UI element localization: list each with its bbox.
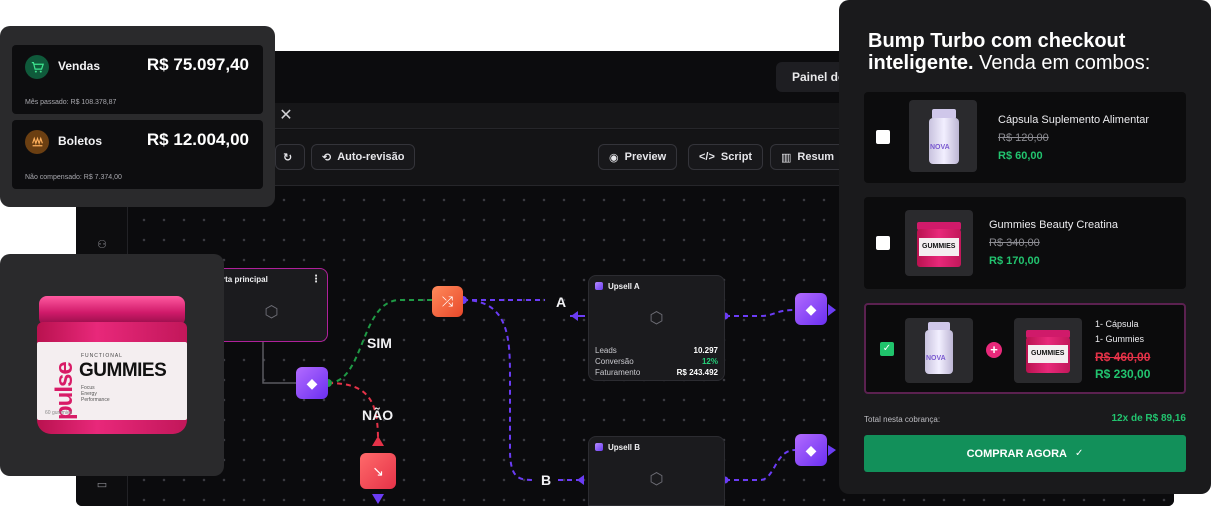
- offer-old-price: R$ 120,00: [998, 132, 1049, 144]
- shuffle-icon: ⤮: [441, 293, 454, 309]
- eye-icon: ◉: [609, 151, 619, 164]
- offer-name: Cápsula Suplemento Alimentar: [998, 114, 1150, 126]
- redo-icon: ↻: [283, 151, 293, 164]
- offer-name: Gummies Beauty Creatina: [989, 219, 1118, 231]
- offer-old-price: R$ 460,00: [1095, 350, 1151, 364]
- rail-icon-users[interactable]: ⚇: [95, 238, 109, 252]
- gummies-jar-thumb: GUMMIES: [1014, 318, 1082, 383]
- preview-label: Preview: [624, 151, 667, 163]
- offer-checkbox[interactable]: [876, 130, 890, 144]
- product-bullets: Focus Energy Performance: [81, 385, 110, 403]
- combo-item-1: 1- Cápsula: [1095, 319, 1139, 329]
- checkout-title-rest: Venda em combos:: [973, 52, 1151, 74]
- combo-item-2: 1- Gummies: [1095, 334, 1145, 344]
- product-kicker: FUNCTIONAL: [81, 353, 123, 359]
- diamond-icon: ◆: [306, 374, 318, 391]
- trend-down-icon: ↘: [372, 462, 384, 479]
- vendas-value: R$ 75.097,40: [146, 55, 249, 74]
- buy-now-button[interactable]: COMPRAR AGORA ✓: [864, 435, 1186, 472]
- vendas-sub: Mês passado: R$ 108.378,87: [25, 99, 117, 106]
- cart-icon: [25, 55, 49, 79]
- stat-row: Faturamento R$ 243.492: [595, 368, 718, 377]
- main-offer-node[interactable]: rta principal ⋮ ⬡: [215, 268, 328, 342]
- label-nao: NÃO: [362, 407, 394, 423]
- code-icon: </>: [699, 151, 715, 163]
- diamond-node-decision[interactable]: ◆: [296, 367, 328, 399]
- diamond-icon: ◆: [805, 300, 817, 317]
- auto-revisao-button[interactable]: ⟲ Auto-revisão: [311, 144, 416, 170]
- upsell-a-stats: Leads 10.297 Conversão 12% Faturamento R$ 2…: [589, 345, 724, 378]
- node-type-icon: [595, 282, 603, 290]
- product-card: pulse FUNCTIONAL GUMMIES Focus Energy Pe…: [0, 254, 224, 476]
- diamond-node-upsell-b[interactable]: ◆: [795, 434, 827, 466]
- label-b: B: [541, 472, 552, 488]
- total-label: Total nesta cobrança:: [864, 415, 941, 424]
- cube-icon: ⬡: [649, 309, 664, 327]
- label-a: A: [556, 294, 567, 310]
- script-label: Script: [720, 151, 753, 163]
- offer-gummies[interactable]: GUMMIES Gummies Beauty Creatina R$ 340,0…: [864, 197, 1186, 289]
- boleto-icon: [25, 130, 49, 154]
- cube-icon: ⬡: [264, 304, 279, 322]
- auto-revisao-label: Auto-revisão: [337, 151, 405, 163]
- buy-now-label: COMPRAR AGORA: [966, 447, 1068, 460]
- stat-row: Conversão 12%: [595, 357, 718, 366]
- offer-new-price: R$ 170,00: [989, 255, 1040, 267]
- gummies-jar-thumb: GUMMIES: [905, 210, 973, 276]
- offer-combo[interactable]: ✓ NOVA + GUMMIES 1- Cápsula 1- Gummies R…: [864, 303, 1186, 394]
- checkout-panel: Bump Turbo com checkout inteligente. Ven…: [839, 0, 1211, 494]
- boletos-box: Boletos R$ 12.004,00 Não compensado: R$ …: [12, 120, 263, 189]
- upsell-a-node[interactable]: Upsell A ⬡ Leads 10.297 Conversão 12% Fatu…: [588, 275, 725, 381]
- upsell-b-title: Upsell B: [608, 442, 641, 452]
- vendas-box: Vendas R$ 75.097,40 Mês passado: R$ 108.…: [12, 45, 263, 114]
- folder-icon[interactable]: ▭: [95, 478, 109, 492]
- sales-stats-card: Vendas R$ 75.097,40 Mês passado: R$ 108.…: [0, 26, 275, 207]
- cube-icon: ⬡: [649, 471, 664, 489]
- diamond-node-upsell-a[interactable]: ◆: [795, 293, 827, 325]
- resumo-label: Resum: [797, 151, 835, 163]
- offer-new-price: R$ 60,00: [998, 150, 1043, 162]
- upsell-b-node[interactable]: Upsell B ⬡: [588, 436, 725, 506]
- offer-old-price: R$ 340,00: [989, 237, 1040, 249]
- gummies-jar-image: pulse FUNCTIONAL GUMMIES Focus Energy Pe…: [37, 296, 187, 434]
- more-options-icon[interactable]: ⋮: [311, 274, 321, 285]
- close-tab-icon[interactable]: ✕: [274, 104, 298, 128]
- offer-capsula[interactable]: NOVA Cápsula Suplemento Alimentar R$ 120…: [864, 92, 1186, 183]
- resumo-button[interactable]: ▥ Resum: [770, 144, 850, 170]
- vendas-title: Vendas: [58, 59, 101, 73]
- product-footer: 60 gummies: [45, 410, 73, 416]
- boletos-value: R$ 12.004,00: [146, 130, 249, 149]
- capsule-bottle-image: NOVA: [909, 100, 977, 172]
- total-value: 12x de R$ 89,16: [1111, 413, 1187, 424]
- boletos-sub: Não compensado: R$ 7.374,00: [25, 174, 122, 181]
- offer-checkbox-checked[interactable]: ✓: [880, 342, 894, 356]
- plus-icon: +: [986, 342, 1002, 358]
- product-name: GUMMIES: [79, 360, 167, 381]
- label-sim: SIM: [367, 335, 392, 351]
- offer-new-price: R$ 230,00: [1095, 367, 1151, 381]
- chart-icon: ▥: [781, 151, 792, 164]
- combo-items: 1- Cápsula 1- Gummies: [1095, 317, 1144, 347]
- node-type-icon: [595, 443, 603, 451]
- checkout-title: Bump Turbo com checkout inteligente. Ven…: [868, 30, 1198, 74]
- downsell-node[interactable]: ↘: [360, 453, 396, 489]
- split-node[interactable]: ⤮: [432, 286, 463, 317]
- preview-button[interactable]: ◉ Preview: [598, 144, 678, 170]
- script-button[interactable]: </> Script: [688, 144, 764, 170]
- main-node-title: rta principal: [222, 274, 268, 284]
- offer-checkbox[interactable]: [876, 236, 890, 250]
- capsule-bottle-image: NOVA: [905, 318, 973, 383]
- upsell-a-title: Upsell A: [608, 281, 640, 291]
- check-icon: ✓: [1075, 448, 1084, 459]
- refresh-icon: ⟲: [322, 151, 332, 164]
- diamond-icon: ◆: [805, 441, 817, 458]
- stat-row: Leads 10.297: [595, 346, 718, 355]
- redo-button[interactable]: ↻: [275, 144, 305, 170]
- boletos-title: Boletos: [58, 134, 103, 148]
